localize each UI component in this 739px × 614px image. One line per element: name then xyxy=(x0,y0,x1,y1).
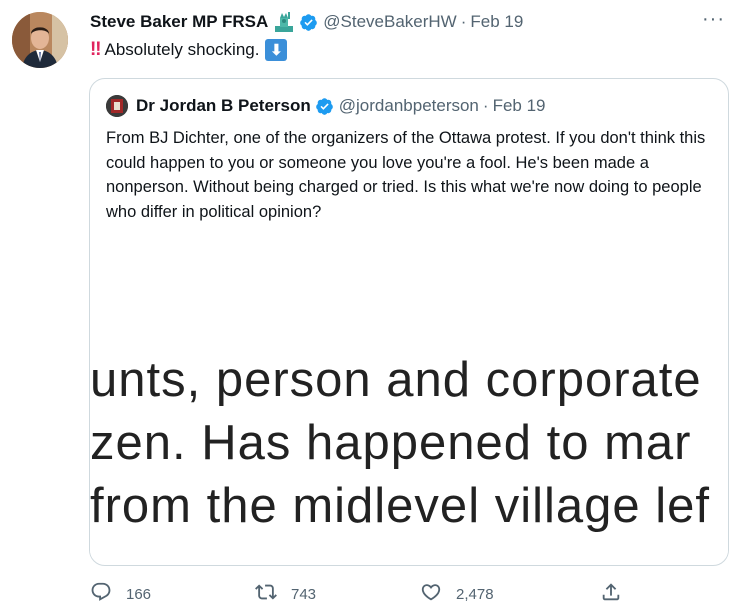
tweet-body: Absolutely shocking. xyxy=(104,40,260,59)
retweet-button[interactable]: 743 xyxy=(255,580,316,608)
verified-badge-icon xyxy=(315,97,334,116)
author-avatar[interactable] xyxy=(12,12,68,68)
image-text-line: zen. Has happened to mar xyxy=(90,416,692,470)
share-icon xyxy=(600,581,622,607)
double-exclamation-icon: ‼ xyxy=(90,39,102,60)
image-text-line: from the midlevel village lef xyxy=(90,479,710,533)
like-button[interactable]: 2,478 xyxy=(420,580,494,608)
author-handle[interactable]: @SteveBakerHW xyxy=(323,12,456,32)
down-arrow-icon: ⬇ xyxy=(265,39,288,61)
tweet-action-bar: 166 743 2,478 xyxy=(90,580,650,608)
quoted-tweet-text: From BJ Dichter, one of the organizers o… xyxy=(106,129,706,221)
verified-badge-icon xyxy=(299,13,318,32)
author-name[interactable]: Steve Baker MP FRSA xyxy=(90,12,268,32)
reply-button[interactable]: 166 xyxy=(90,580,151,608)
quoted-author-handle: @jordanbpeterson xyxy=(338,96,479,115)
like-count: 2,478 xyxy=(456,585,494,603)
share-button[interactable] xyxy=(600,580,622,608)
quoted-tweet-card[interactable]: Dr Jordan B Peterson @jordanbpeterson · … xyxy=(89,78,729,566)
separator-dot: · xyxy=(482,96,489,115)
tweet-date[interactable]: Feb 19 xyxy=(470,12,523,32)
retweet-icon xyxy=(255,581,277,607)
quoted-tweet-image[interactable]: unts, person and corporate zen. Has happ… xyxy=(90,340,728,558)
image-text-line: unts, person and corporate xyxy=(90,353,702,407)
statue-of-liberty-icon xyxy=(273,12,295,32)
heart-icon xyxy=(420,581,442,607)
reply-count: 166 xyxy=(126,585,152,603)
tweet-header: Steve Baker MP FRSA @SteveBakerHW · Feb … xyxy=(90,10,523,34)
separator-dot: · xyxy=(460,12,467,31)
tweet-text: ‼ Absolutely shocking. ⬇ xyxy=(90,37,288,63)
quoted-author-name: Dr Jordan B Peterson xyxy=(136,96,311,115)
more-options-icon[interactable]: ··· xyxy=(702,8,725,31)
retweet-count: 743 xyxy=(291,585,317,603)
quoted-author-avatar xyxy=(106,95,128,117)
reply-icon xyxy=(90,581,112,607)
quoted-tweet-date: Feb 19 xyxy=(492,96,546,115)
quoted-tweet-header: Dr Jordan B Peterson @jordanbpeterson · … xyxy=(106,94,546,118)
